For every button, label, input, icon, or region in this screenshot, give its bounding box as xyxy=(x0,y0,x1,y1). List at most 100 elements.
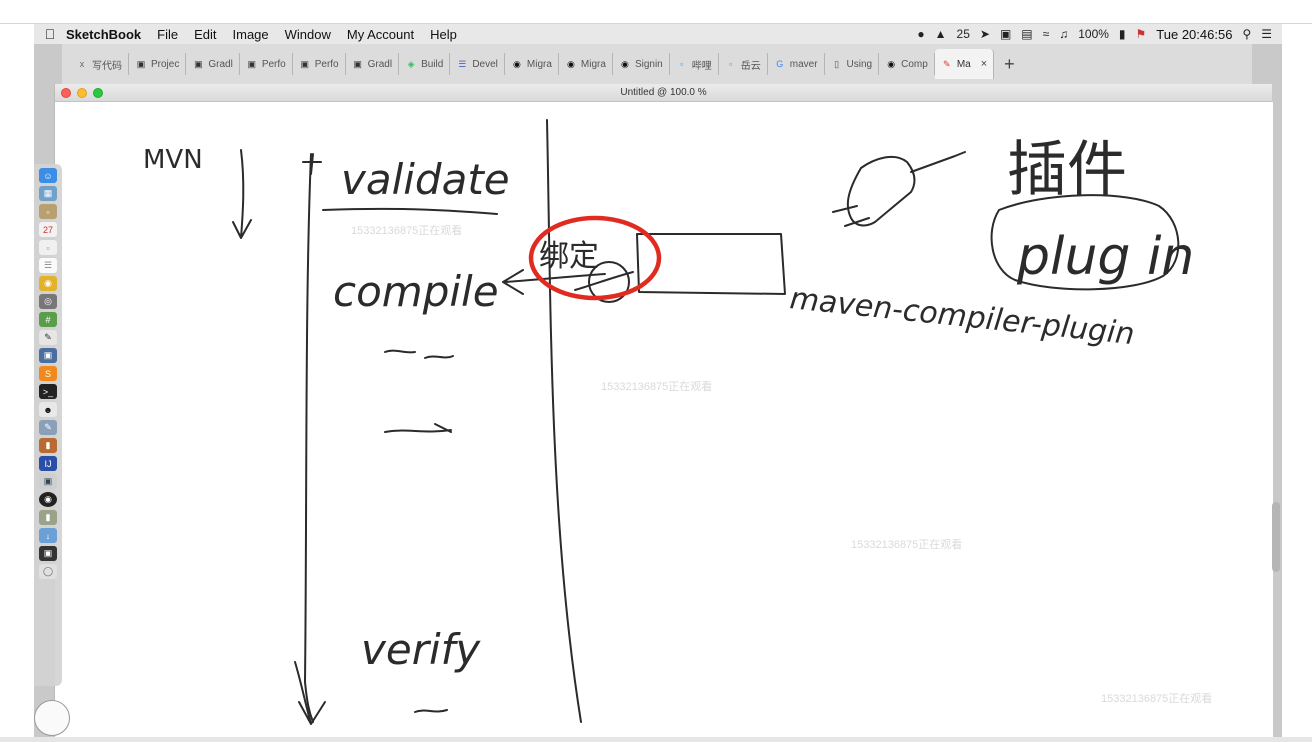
safari-icon[interactable]: ◎ xyxy=(39,294,57,309)
screen-capture-icon[interactable]: ▣ xyxy=(39,546,57,561)
intellij-icon[interactable]: IJ xyxy=(39,456,57,471)
stickies-icon[interactable]: ▫ xyxy=(39,240,57,255)
github-icon: ◉ xyxy=(566,58,575,69)
document-icon: ▣ xyxy=(300,58,309,69)
browser-tab-label: Gradl xyxy=(208,58,233,70)
new-tab-button[interactable]: + xyxy=(1004,54,1015,75)
menu-bar:  SketchBook File Edit Image Window My A… xyxy=(34,24,1282,44)
browser-tab[interactable]: ✎ Ma × xyxy=(934,49,995,79)
battery-icon[interactable]: ▮ xyxy=(1119,27,1126,41)
browser-tab-label: Gradl xyxy=(367,58,393,70)
menu-window[interactable]: Window xyxy=(285,27,331,42)
plugin-cn-label: 插件 xyxy=(1007,135,1127,205)
browser-tab[interactable]: ▫ 哔哩 xyxy=(670,53,719,75)
browser-tab-label: Signin xyxy=(634,58,663,70)
browser-tab-bar: x 写代码 ▣ Projec ▣ Gradl ▣ Perfo ▣ Perfo ▣ Gradl ◈ Buil… xyxy=(62,44,1252,84)
browser-tab[interactable]: ▣ Gradl xyxy=(186,53,240,75)
display-icon[interactable]: ▣ xyxy=(1000,27,1011,41)
binding-label: 绑定 xyxy=(539,239,599,274)
books-icon[interactable]: ▮ xyxy=(39,438,57,453)
sketch-layer: MVN validate compile verify 绑定 插件 plug i… xyxy=(143,119,1194,725)
obs-app-icon[interactable]: ◉ xyxy=(39,492,57,507)
google-icon: G xyxy=(776,59,784,69)
textedit-icon[interactable]: ☰ xyxy=(39,258,57,273)
bilibili-icon: ▫ xyxy=(729,59,733,69)
browser-tab-label: maver xyxy=(789,58,818,70)
wifi-icon[interactable]: ≈ xyxy=(1043,27,1050,41)
browser-tab-label: 写代码 xyxy=(92,60,122,72)
menu-help[interactable]: Help xyxy=(430,27,457,42)
sublime-icon[interactable]: S xyxy=(39,366,57,381)
browser-tab-label: Comp xyxy=(901,58,928,70)
archive-icon[interactable]: ▮ xyxy=(39,510,57,525)
browser-tab[interactable]: ◉ Signin xyxy=(613,53,670,75)
bottom-strip xyxy=(0,737,1312,742)
finder-icon[interactable]: ☺ xyxy=(39,168,57,183)
rocket-icon[interactable]: ➤ xyxy=(980,27,990,41)
browser-tab-label: Migra xyxy=(580,58,606,70)
browser-tab[interactable]: ◈ Build xyxy=(399,53,451,75)
keynote-icon[interactable]: ▣ xyxy=(39,348,57,363)
browser-tab-label: Projec xyxy=(151,58,180,70)
vertical-scrollbar[interactable] xyxy=(1272,502,1280,572)
flag-icon[interactable]: ⚑ xyxy=(1136,27,1147,41)
assistive-touch-button[interactable] xyxy=(34,700,70,736)
browser-tab-label: Migra xyxy=(526,58,552,70)
menu-file[interactable]: File xyxy=(157,27,178,42)
github-icon: ◉ xyxy=(887,58,896,69)
browser-tab[interactable]: ▣ Perfo xyxy=(293,53,346,75)
browser-tab[interactable]: ▯ Using xyxy=(825,53,880,75)
volume-icon[interactable]: ♫ xyxy=(1059,27,1068,41)
browser-tab[interactable]: ▣ Projec xyxy=(129,53,187,75)
phase-compile: compile xyxy=(333,267,499,316)
browser-tab[interactable]: ◉ Comp xyxy=(879,53,935,75)
browser-tab[interactable]: ▣ Perfo xyxy=(240,53,293,75)
browser-tab[interactable]: ▫ 岳云 xyxy=(719,53,768,75)
trash-icon[interactable]: ◯ xyxy=(39,564,57,579)
clock[interactable]: Tue 20:46:56 xyxy=(1156,27,1232,42)
browser-tab[interactable]: ◉ Migra xyxy=(505,53,559,75)
browser-tab[interactable]: x 写代码 xyxy=(70,53,129,75)
dock: ☺ ▦ ▫ 27 ▫ ☰ ◉ ◎ # ✎ ▣ S >_ ☻ ✎ ▮ IJ ▣ ◉… xyxy=(34,164,62,686)
search-icon[interactable]: ⚲ xyxy=(1242,27,1251,41)
lifecycle-scribble-1 xyxy=(384,349,454,359)
lifecycle-top-tick xyxy=(302,153,322,175)
xml-icon: x xyxy=(79,59,85,69)
chrome-icon[interactable]: ◉ xyxy=(39,276,57,291)
menu-edit[interactable]: Edit xyxy=(194,27,216,42)
menu-my-account[interactable]: My Account xyxy=(347,27,414,42)
menu-image[interactable]: Image xyxy=(233,27,269,42)
browser-tab-label: Perfo xyxy=(314,58,339,70)
textwrangler-icon[interactable]: ✎ xyxy=(39,420,57,435)
memory-icon[interactable]: ▤ xyxy=(1021,27,1032,41)
drawing-canvas[interactable]: 15332136875正在观看 15332136875正在观看 15332136… xyxy=(55,102,1273,742)
terminal-icon[interactable]: >_ xyxy=(39,384,57,399)
notification-icon[interactable]: ▲ xyxy=(935,27,947,41)
browser-tab[interactable]: ◉ Migra xyxy=(559,53,613,75)
browser-tab-label: Ma xyxy=(956,58,971,70)
browser-tab-label: 岳云 xyxy=(740,60,761,72)
document-icon: ▣ xyxy=(194,58,203,69)
preview-icon[interactable]: ▦ xyxy=(39,186,57,201)
browser-tab-label: Build xyxy=(421,58,444,70)
pencil-app-icon[interactable]: ✎ xyxy=(39,330,57,345)
notes-icon[interactable]: ▫ xyxy=(39,204,57,219)
slack-icon[interactable]: # xyxy=(39,312,57,327)
browser-tab[interactable]: Gmaver xyxy=(768,53,825,75)
downloads-icon[interactable]: ↓ xyxy=(39,528,57,543)
app-menu[interactable]: SketchBook xyxy=(66,27,141,42)
plugin-en-label: plug in xyxy=(1016,227,1194,287)
close-tab-icon[interactable]: × xyxy=(981,58,987,70)
finder-window-icon[interactable]: ▣ xyxy=(39,474,57,489)
browser-tab-label: 哔哩 xyxy=(691,60,712,72)
apple-menu-icon[interactable]:  xyxy=(34,26,66,42)
document-icon: ▣ xyxy=(247,58,257,69)
book-icon: ▯ xyxy=(834,58,840,69)
browser-tab[interactable]: ▣ Gradl xyxy=(346,53,400,75)
list-icon[interactable]: ☰ xyxy=(1261,27,1272,41)
top-strip xyxy=(0,0,1312,24)
qq-icon[interactable]: ☻ xyxy=(39,402,57,417)
obs-icon[interactable]: ● xyxy=(917,27,924,41)
calendar-icon[interactable]: 27 xyxy=(39,222,57,237)
browser-tab[interactable]: ☰ Devel xyxy=(450,53,505,75)
